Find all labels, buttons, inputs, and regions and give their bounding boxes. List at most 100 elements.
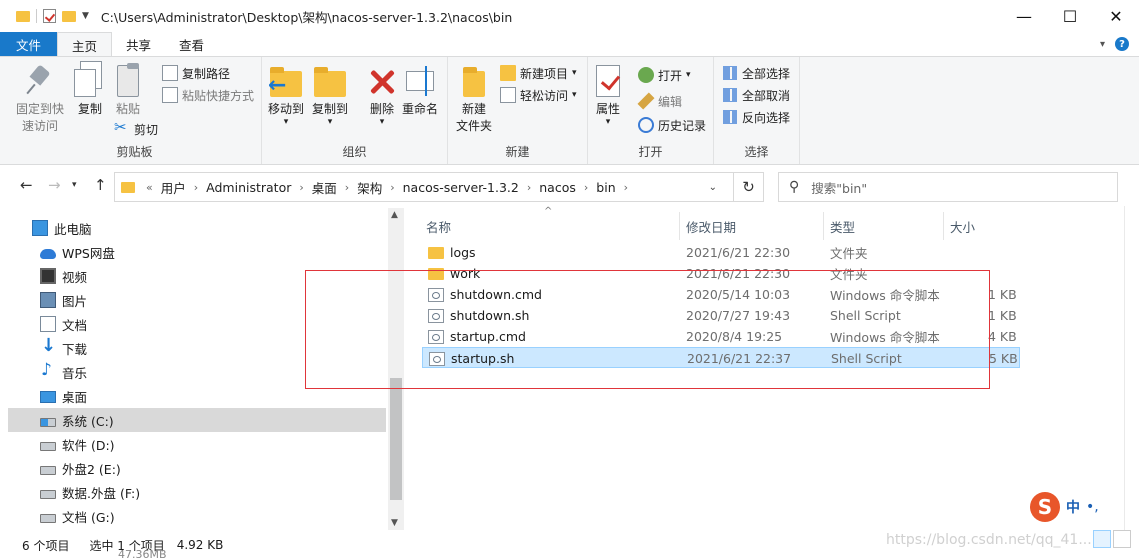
breadcrumb-chevron-icon[interactable]: › — [296, 181, 306, 194]
refresh-button[interactable]: ↻ — [734, 172, 764, 202]
scroll-down-icon[interactable]: ▼ — [391, 518, 398, 528]
folder-icon — [428, 246, 444, 259]
nav-item-wps-cloud[interactable]: WPS网盘 — [8, 240, 386, 264]
cloud-icon — [40, 249, 56, 259]
breadcrumb-item[interactable]: 桌面 — [307, 178, 342, 197]
delete-label: 删除 — [369, 102, 394, 116]
invert-selection-button[interactable]: 反向选择 — [722, 107, 790, 127]
copy-to-button[interactable]: 复制到 ▾ — [312, 65, 348, 127]
open-group: 属性 ▾ 打开 ▾ 编辑 历史记录 打开 — [588, 57, 714, 164]
column-header-type[interactable]: 类型 — [824, 212, 944, 240]
breadcrumb-item[interactable]: Administrator — [201, 180, 296, 195]
invert-selection-label: 反向选择 — [742, 110, 791, 125]
address-bar[interactable]: « 用户 › Administrator › 桌面 › 架构 › nacos-s… — [114, 172, 734, 202]
up-arrow-icon[interactable]: ↑ — [94, 176, 107, 194]
back-arrow-icon[interactable]: ← — [20, 176, 33, 194]
nav-item-drive-c[interactable]: 系统 (C:) — [8, 408, 386, 432]
nav-item-label: 图片 — [62, 293, 88, 309]
drive-icon — [40, 490, 56, 499]
history-clock-icon — [638, 117, 654, 133]
search-box[interactable]: ⚲ 搜索"bin" — [778, 172, 1118, 202]
tab-home[interactable]: 主页 — [57, 32, 113, 57]
scroll-up-icon[interactable]: ▲ — [391, 210, 398, 220]
ime-indicator[interactable]: S 中 •, — [1030, 492, 1099, 522]
properties-check-icon[interactable] — [43, 9, 56, 23]
nav-item-label: WPS网盘 — [62, 245, 115, 261]
tab-file[interactable]: 文件 — [0, 32, 58, 56]
scroll-thumb[interactable] — [390, 378, 402, 500]
paste-shortcut-button[interactable]: 粘贴快捷方式 — [162, 85, 254, 105]
file-row[interactable]: logs 2021/6/21 22:30 文件夹 — [422, 242, 1020, 263]
breadcrumb-chevron-icon[interactable]: › — [524, 181, 534, 194]
folder-icon[interactable] — [16, 10, 30, 22]
column-header-name[interactable]: 名称 — [420, 212, 680, 240]
breadcrumb-chevron-icon[interactable]: › — [191, 181, 201, 194]
new-folder-icon[interactable] — [62, 10, 76, 22]
nav-item-drive-e[interactable]: 外盘2 (E:) — [8, 456, 386, 480]
window-title: C:\Users\Administrator\Desktop\架构\nacos-… — [100, 9, 513, 25]
nav-item-drive-g[interactable]: 文档 (G:) — [8, 504, 386, 528]
drive-icon — [40, 442, 56, 451]
breadcrumb-item[interactable]: nacos — [534, 180, 581, 195]
tab-share[interactable]: 共享 — [112, 32, 165, 56]
breadcrumb-chevron-icon[interactable]: › — [342, 181, 352, 194]
breadcrumb-item[interactable]: nacos-server-1.3.2 — [398, 180, 524, 195]
cut-button[interactable]: 剪切 — [114, 118, 158, 139]
help-icon[interactable]: ? — [1115, 37, 1129, 51]
forward-arrow-icon[interactable]: → — [48, 176, 61, 194]
details-view-button[interactable] — [1093, 530, 1111, 548]
breadcrumb-item[interactable]: bin — [591, 180, 620, 195]
properties-button[interactable]: 属性 ▾ — [596, 65, 620, 127]
recent-locations-chevron-icon[interactable]: ▾ — [72, 180, 77, 190]
invert-selection-icon — [722, 109, 738, 125]
rename-button[interactable]: 重命名 — [402, 65, 438, 118]
quick-access-toolbar: ▼ — [0, 9, 89, 23]
history-button[interactable]: 历史记录 — [638, 115, 706, 135]
copy-path-button[interactable]: 复制路径 — [162, 63, 230, 83]
breadcrumb-chevron-icon[interactable]: › — [387, 181, 397, 194]
close-button[interactable]: ✕ — [1093, 0, 1139, 32]
history-label: 历史记录 — [658, 118, 707, 133]
edit-button[interactable]: 编辑 — [637, 91, 683, 111]
address-dropdown-chevron-icon[interactable]: ⌄ — [709, 182, 733, 193]
maximize-button[interactable]: ☐ — [1047, 0, 1093, 32]
move-to-label: 移动到 — [268, 102, 305, 116]
edit-label: 编辑 — [658, 94, 683, 109]
new-item-icon — [500, 65, 516, 81]
breadcrumb-chevron-icon[interactable]: › — [581, 181, 591, 194]
tab-view[interactable]: 查看 — [165, 32, 218, 56]
delete-button[interactable]: 删除 ▾ — [366, 65, 398, 127]
ime-mode: 中 — [1066, 500, 1080, 516]
partial-size-text: 47.36MB — [118, 548, 167, 560]
breadcrumb-item[interactable]: 架构 — [352, 178, 387, 197]
breadcrumb-chevron-icon[interactable]: › — [621, 181, 631, 194]
pin-to-quick-access-button[interactable]: 固定到快 速访问 — [16, 65, 64, 135]
nav-item-drive-f[interactable]: 数据.外盘 (F:) — [8, 480, 386, 504]
column-header-size[interactable]: 大小 — [944, 212, 1020, 240]
column-header-date[interactable]: 修改日期 — [680, 212, 824, 240]
nav-item-this-pc[interactable]: 此电脑 — [8, 216, 386, 240]
paste-button[interactable]: 粘贴 — [116, 63, 140, 118]
copy-button[interactable]: 复制 — [74, 61, 106, 118]
open-button[interactable]: 打开 ▾ — [638, 65, 691, 85]
nav-item-label: 系统 (C:) — [62, 413, 114, 429]
select-none-button[interactable]: 全部取消 — [722, 85, 790, 105]
new-folder-button[interactable]: 新建 文件夹 — [456, 65, 492, 135]
new-group-label: 新建 — [505, 145, 530, 159]
breadcrumb-overflow[interactable]: « — [143, 181, 156, 194]
highlight-annotation-box — [305, 270, 990, 389]
move-to-button[interactable]: 移动到 ▾ — [268, 65, 304, 127]
new-group: 新建 文件夹 新建项目 ▾ 轻松访问 ▾ 新建 — [448, 57, 588, 164]
chevron-down-icon: ▾ — [283, 117, 289, 127]
select-all-button[interactable]: 全部选择 — [722, 63, 790, 83]
large-icons-view-button[interactable] — [1113, 530, 1131, 548]
file-size: 4 KB — [988, 329, 1017, 344]
clipboard-group-label: 剪贴板 — [116, 145, 153, 159]
breadcrumb-item[interactable]: 用户 — [156, 178, 191, 197]
minimize-button[interactable]: — — [1001, 0, 1047, 32]
ribbon-collapse-chevron-icon[interactable]: ▾ — [1100, 39, 1105, 50]
nav-item-drive-d[interactable]: 软件 (D:) — [8, 432, 386, 456]
chevron-down-icon[interactable]: ▼ — [82, 11, 89, 21]
new-item-button[interactable]: 新建项目 ▾ — [500, 63, 577, 83]
easy-access-button[interactable]: 轻松访问 ▾ — [500, 85, 577, 105]
